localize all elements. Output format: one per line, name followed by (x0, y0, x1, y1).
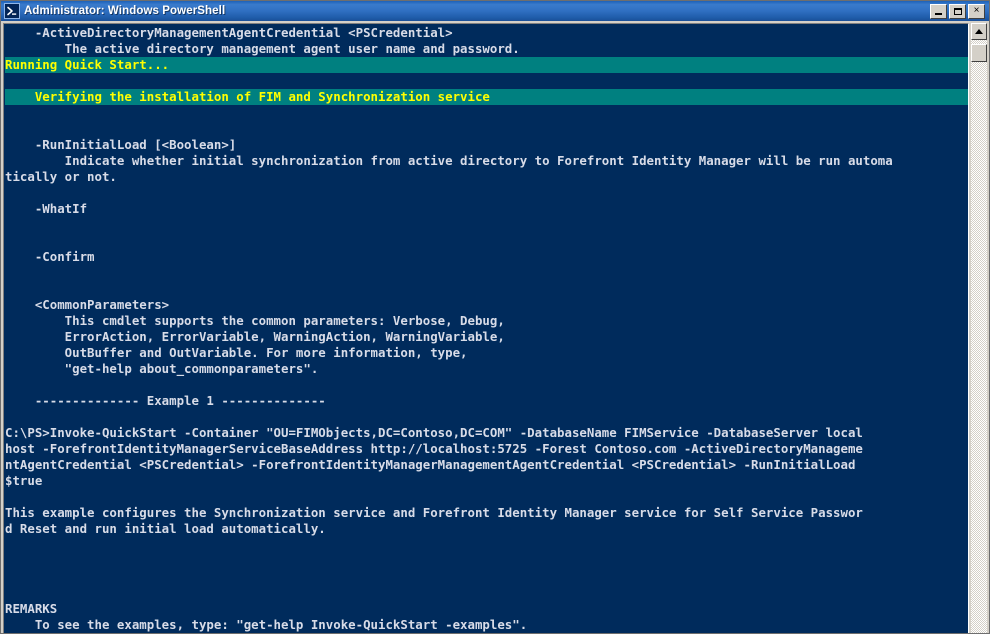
console-row: -ActiveDirectoryManagementAgentCredentia… (3, 23, 987, 633)
console-pre-highlight-text: -ActiveDirectoryManagementAgentCredentia… (34, 25, 520, 56)
vertical-scroll-thumb[interactable] (971, 44, 987, 62)
powershell-icon (4, 3, 20, 19)
scroll-up-button[interactable] (971, 23, 987, 40)
client-area: -ActiveDirectoryManagementAgentCredentia… (1, 21, 989, 633)
close-button[interactable]: × (968, 3, 985, 19)
window-title: Administrator: Windows PowerShell (24, 5, 226, 17)
console-highlight-line: Verifying the installation of FIM and Sy… (5, 89, 968, 105)
powershell-window: Administrator: Windows PowerShell × -Act… (0, 0, 990, 634)
console-output[interactable]: -ActiveDirectoryManagementAgentCredentia… (4, 24, 968, 633)
window-controls: × (930, 3, 985, 19)
maximize-icon (953, 7, 962, 15)
close-icon: × (973, 5, 980, 16)
vertical-scrollbar[interactable] (970, 23, 987, 633)
console-highlight-line: Running Quick Start... (5, 57, 968, 73)
console-highlight-text: Running Quick Start... Verifying the ins… (5, 57, 968, 121)
minimize-icon (935, 12, 942, 15)
console-frame: -ActiveDirectoryManagementAgentCredentia… (3, 23, 969, 633)
console-post-highlight-text: -RunInitialLoad [<Boolean>] Indicate whe… (5, 137, 893, 632)
maximize-button[interactable] (949, 3, 966, 19)
title-bar[interactable]: Administrator: Windows PowerShell × (1, 1, 989, 21)
chevron-up-icon (975, 29, 983, 34)
vertical-scroll-track[interactable] (971, 40, 987, 633)
minimize-button[interactable] (930, 3, 947, 19)
